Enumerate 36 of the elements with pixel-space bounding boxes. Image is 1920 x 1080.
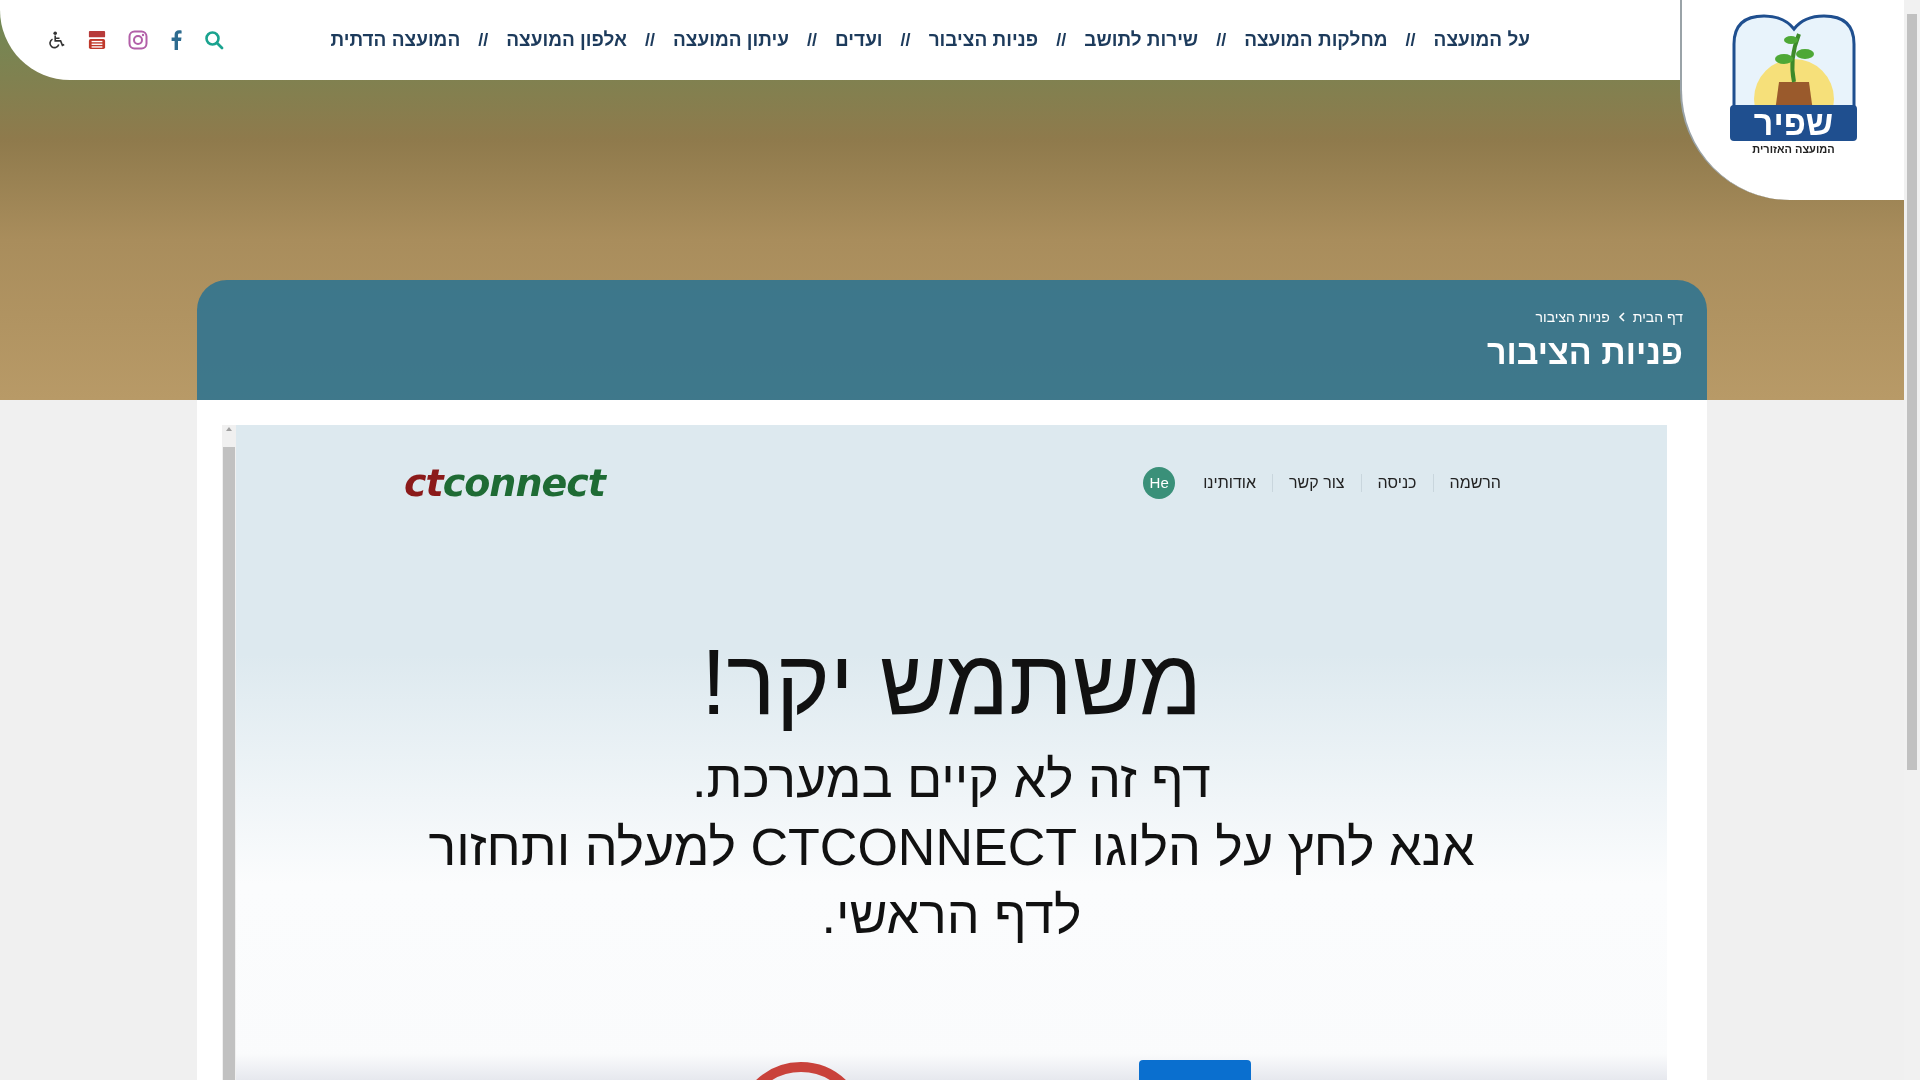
breadcrumb-link[interactable]: פניות הציבור: [1535, 308, 1610, 325]
breadcrumb-link[interactable]: דף הבית: [1632, 308, 1683, 325]
nav-link[interactable]: המועצה הדתית: [330, 29, 461, 51]
nav-link[interactable]: פניות הציבור: [928, 29, 1039, 51]
scroll-up-icon[interactable]: [225, 425, 233, 433]
logo-subtitle: המועצה האזורית: [1752, 143, 1835, 155]
nav-link[interactable]: מחלקות המועצה: [1244, 29, 1388, 51]
message-heading: משתמש יקר!: [700, 632, 1203, 734]
nav-link[interactable]: אלפון המועצה: [506, 29, 627, 51]
nav-link[interactable]: שירות לתושב: [1084, 29, 1199, 51]
wheelchair-icon[interactable]: [48, 31, 66, 49]
youtube-icon[interactable]: [88, 30, 106, 50]
nav-separator: //: [478, 29, 489, 51]
site-menu-link[interactable]: כניסה: [1360, 473, 1433, 492]
page-title: פניות הציבור: [1485, 332, 1683, 372]
nav-separator: //: [1056, 29, 1067, 51]
nav-separator: //: [645, 29, 655, 51]
site-menu-link[interactable]: צור קשר: [1272, 473, 1361, 492]
nav-separator: //: [1216, 29, 1227, 51]
nav-link[interactable]: על המועצה: [1433, 29, 1530, 51]
logo-wordmark[interactable]: שפיר: [1729, 105, 1858, 141]
facebook-icon[interactable]: [170, 30, 182, 50]
nav-separator: //: [807, 29, 818, 51]
instagram-icon[interactable]: [128, 30, 148, 50]
nav-separator: //: [900, 29, 911, 51]
site-menu-link[interactable]: אודותינו: [1187, 473, 1273, 492]
nav-separator: //: [1405, 29, 1416, 51]
nav-link[interactable]: ועדים: [835, 29, 883, 51]
message-text: דף זה לא קיים במערכת.: [691, 749, 1212, 811]
search-icon[interactable]: [204, 30, 224, 50]
ctconnect-logo[interactable]: ctconnect: [404, 460, 605, 505]
nav-link[interactable]: עיתון המועצה: [673, 29, 789, 51]
message-text: אנא לחץ על הלוגו CTCONNECT למעלה ותחזור לדף הראשי.: [427, 817, 1476, 947]
site-menu-link[interactable]: הרשמה: [1432, 473, 1517, 492]
language-badge[interactable]: He: [1143, 466, 1176, 499]
chevron-icon: [1617, 311, 1625, 322]
